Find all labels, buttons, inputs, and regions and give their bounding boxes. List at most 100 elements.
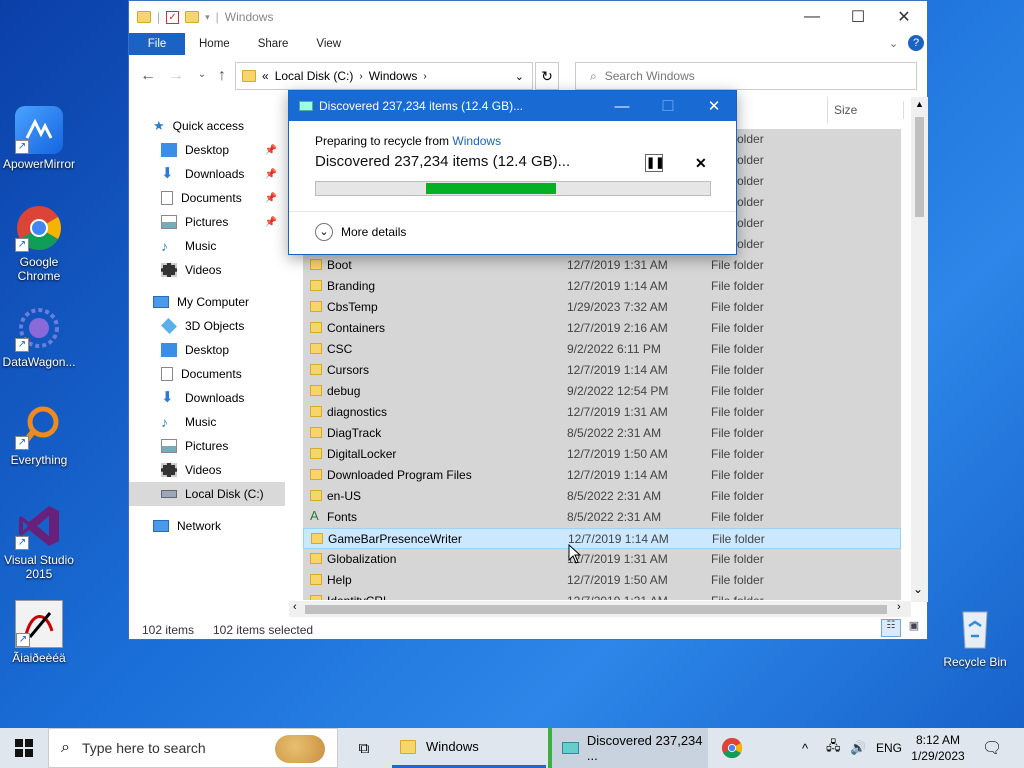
taskbar-explorer-button[interactable]: Windows xyxy=(392,728,546,768)
horizontal-scrollbar[interactable]: ‹ › xyxy=(289,601,911,617)
table-row[interactable]: Containers 12/7/2019 2:16 AM File folder xyxy=(303,318,901,339)
nav-my-computer[interactable]: My Computer xyxy=(129,290,285,314)
table-row[interactable]: A Fonts 8/5/2022 2:31 AM File folder xyxy=(303,507,901,528)
table-row[interactable]: Branding 12/7/2019 1:14 AM File folder xyxy=(303,276,901,297)
breadcrumb-overflow[interactable]: « xyxy=(262,69,269,83)
language-indicator[interactable]: ENG xyxy=(876,728,902,768)
tab-file[interactable]: File xyxy=(129,33,185,55)
scroll-right-icon[interactable]: › xyxy=(897,601,901,613)
breadcrumb-local-disk[interactable]: Local Disk (C:) xyxy=(275,69,354,83)
pin-icon: 📌 xyxy=(264,144,277,156)
table-row[interactable]: IdentityCRL 12/7/2019 1:31 AM File folder xyxy=(303,591,901,600)
nav-pc-pictures[interactable]: Pictures xyxy=(129,434,285,458)
table-row[interactable]: Downloaded Program Files 12/7/2019 1:14 A… xyxy=(303,465,901,486)
more-details-toggle[interactable]: ⌄ More details xyxy=(315,223,406,241)
desktop-icon-label: ApowerMirror xyxy=(2,157,75,171)
desktop-icon-everything[interactable]: ↗ Everything xyxy=(0,402,78,467)
nav-pc-videos[interactable]: Videos xyxy=(129,458,285,482)
taskbar-progress-dialog-button[interactable]: Discovered 237,234 ... xyxy=(548,728,708,768)
recent-locations-icon[interactable]: ⌄ xyxy=(191,69,213,80)
forward-arrow-icon[interactable]: → xyxy=(165,67,187,85)
customize-qat-icon[interactable]: ▾ xyxy=(205,12,210,23)
maximize-button[interactable]: ☐ xyxy=(835,1,881,33)
dialog-close-button[interactable]: ✕ xyxy=(691,91,737,121)
volume-icon[interactable]: 🔊 xyxy=(850,728,866,768)
help-icon[interactable]: ? xyxy=(908,35,924,51)
cancel-button[interactable]: ✕ xyxy=(695,155,707,172)
search-box[interactable]: ⌕ Search Windows xyxy=(575,62,917,90)
column-header-size[interactable]: Size xyxy=(827,97,857,123)
date-modified: 12/7/2019 2:16 AM xyxy=(567,321,668,335)
notification-icon[interactable]: 🗨 xyxy=(982,728,1002,768)
nav-pc-3d-objects[interactable]: 3D Objects xyxy=(129,314,285,338)
nav-qa-videos[interactable]: Videos xyxy=(129,258,285,282)
close-button[interactable]: ✕ xyxy=(881,1,927,33)
table-row[interactable]: Globalization 12/7/2019 1:31 AM File folde… xyxy=(303,549,901,570)
table-row[interactable]: debug 9/2/2022 12:54 PM File folder xyxy=(303,381,901,402)
clock[interactable]: 8:12 AM 1/29/2023 xyxy=(908,728,968,768)
scroll-left-icon[interactable]: ‹ xyxy=(293,601,297,613)
scroll-up-icon[interactable]: ▲ xyxy=(915,99,924,109)
horizontal-scroll-thumb[interactable] xyxy=(305,605,887,614)
tab-home[interactable]: Home xyxy=(185,38,244,50)
refresh-button[interactable]: ↻ xyxy=(535,62,559,90)
dialog-minimize-button[interactable]: — xyxy=(599,91,645,121)
nav-pc-documents[interactable]: Documents xyxy=(129,362,285,386)
nav-qa-documents[interactable]: Documents 📌 xyxy=(129,186,285,210)
tab-share[interactable]: Share xyxy=(244,38,303,50)
chevron-down-icon[interactable]: ⌄ xyxy=(515,70,524,83)
taskbar-search-box[interactable]: ⌕ Type here to search xyxy=(48,728,338,768)
task-view-icon[interactable]: ⧉ xyxy=(344,728,384,768)
table-row[interactable]: Boot 12/7/2019 1:31 AM File folder xyxy=(303,255,901,276)
show-hidden-icons-chevron-icon[interactable]: ^ xyxy=(802,728,808,768)
nav-pc-desktop[interactable]: Desktop xyxy=(129,338,285,362)
table-row[interactable]: GameBarPresenceWriter 12/7/2019 1:14 AM Fi… xyxy=(303,528,901,549)
table-row[interactable]: Help 12/7/2019 1:50 AM File folder xyxy=(303,570,901,591)
properties-icon[interactable]: ✓ xyxy=(166,10,180,24)
nav-pc-music[interactable]: ♪ Music xyxy=(129,410,285,434)
desktop-icon-visual-studio[interactable]: ↗ Visual Studio 2015 xyxy=(0,502,78,581)
start-button[interactable] xyxy=(0,728,48,768)
nav-pc-downloads[interactable]: ⬇ Downloads xyxy=(129,386,285,410)
pause-button[interactable]: ❚❚ xyxy=(645,154,664,172)
minimize-button[interactable]: — xyxy=(789,1,835,33)
table-row[interactable]: Cursors 12/7/2019 1:14 AM File folder xyxy=(303,360,901,381)
nav-qa-pictures[interactable]: Pictures 📌 xyxy=(129,210,285,234)
apowermirror-icon: ↗ xyxy=(15,106,63,154)
table-row[interactable]: DiagTrack 8/5/2022 2:31 AM File folder xyxy=(303,423,901,444)
back-arrow-icon[interactable]: ← xyxy=(137,67,159,85)
expand-ribbon-icon[interactable]: ⌄ xyxy=(889,37,898,50)
breadcrumb-windows[interactable]: Windows xyxy=(369,69,418,83)
desktop-icon-datawagon[interactable]: ↗ DataWagon... xyxy=(0,304,78,369)
table-row[interactable]: CSC 9/2/2022 6:11 PM File folder xyxy=(303,339,901,360)
scroll-down-icon[interactable]: ⌄ xyxy=(913,582,923,596)
chevron-right-icon[interactable]: › xyxy=(359,71,362,82)
table-row[interactable]: CbsTemp 1/29/2023 7:32 AM File folder xyxy=(303,297,901,318)
nav-quick-access[interactable]: ★ Quick access xyxy=(129,114,285,138)
desktop-icon-app[interactable]: ↗ Ãiaiðeèéä xyxy=(0,600,78,665)
nav-qa-desktop[interactable]: Desktop 📌 xyxy=(129,138,285,162)
up-arrow-icon[interactable]: ↑ xyxy=(211,67,233,85)
nav-network[interactable]: Network xyxy=(129,514,285,538)
chevron-right-icon[interactable]: › xyxy=(423,71,426,82)
nav-qa-downloads[interactable]: ⬇ Downloads 📌 xyxy=(129,162,285,186)
table-row[interactable]: diagnostics 12/7/2019 1:31 AM File folder xyxy=(303,402,901,423)
new-folder-icon[interactable] xyxy=(185,11,200,23)
desktop-icon-recycle-bin[interactable]: Recycle Bin xyxy=(936,604,1014,669)
address-bar[interactable]: « Local Disk (C:) › Windows › ⌄ xyxy=(235,62,533,90)
vertical-scroll-thumb[interactable] xyxy=(915,117,924,217)
taskbar-chrome-button[interactable] xyxy=(712,728,752,768)
table-row[interactable]: en-US 8/5/2022 2:31 AM File folder xyxy=(303,486,901,507)
large-icons-view-icon[interactable]: ▣ xyxy=(905,619,923,637)
desktop-icon-google-chrome[interactable]: ↗ Google Chrome xyxy=(0,204,78,283)
network-tray-icon[interactable]: 🖧 xyxy=(826,728,841,768)
details-view-icon[interactable]: ☷ xyxy=(881,619,901,637)
source-folder-link[interactable]: Windows xyxy=(452,134,501,148)
table-row[interactable]: DigitalLocker 12/7/2019 1:50 AM File folde… xyxy=(303,444,901,465)
vertical-scrollbar[interactable]: ▲ ⌄ xyxy=(911,97,928,602)
tab-view[interactable]: View xyxy=(302,38,355,50)
nav-pc-local-disk[interactable]: Local Disk (C:) xyxy=(129,482,285,506)
nav-qa-music[interactable]: ♪ Music xyxy=(129,234,285,258)
desktop-icon-apowermirror[interactable]: ↗ ApowerMirror xyxy=(0,106,78,171)
search-placeholder: Search Windows xyxy=(604,69,695,83)
